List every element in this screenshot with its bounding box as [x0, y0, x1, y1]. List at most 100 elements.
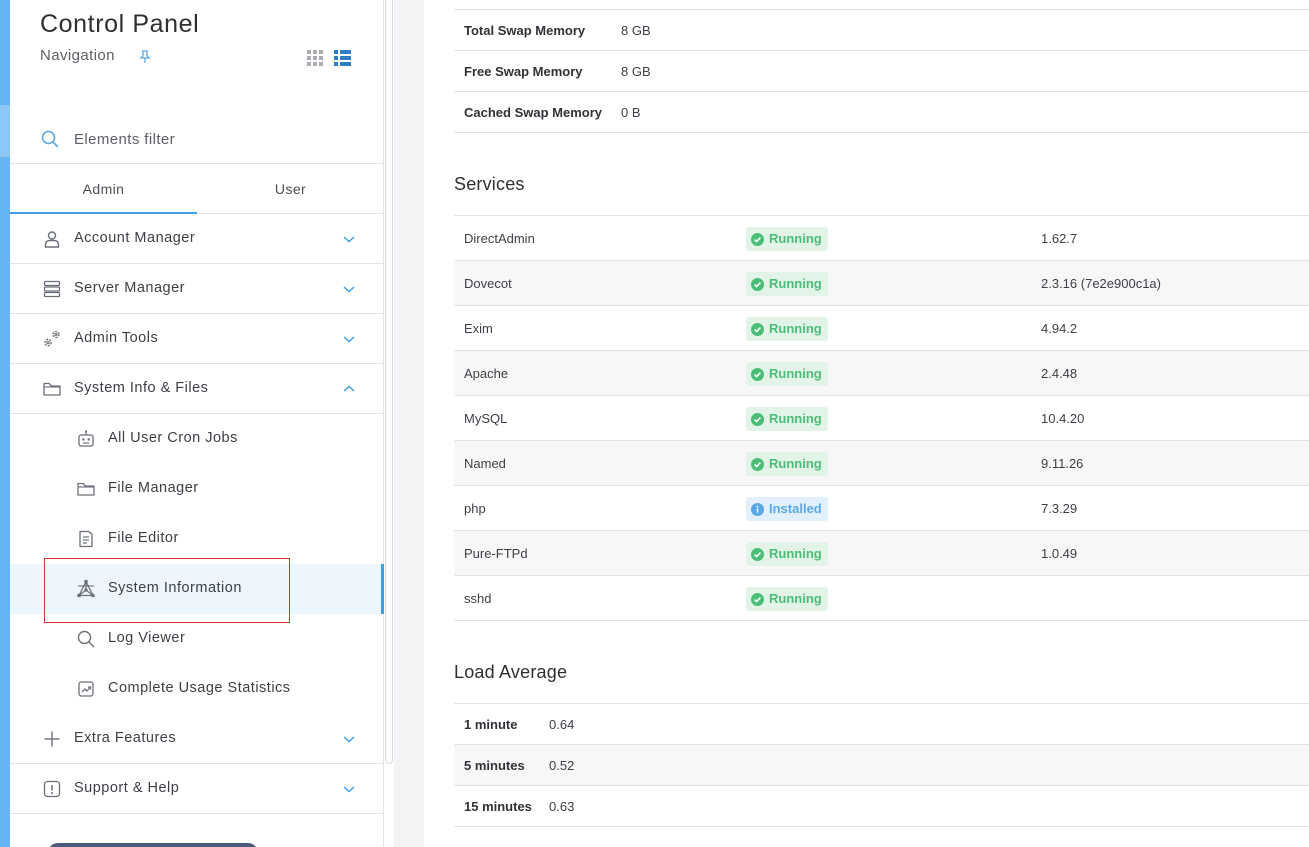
memory-row: Free Swap Memory 8 GB [454, 51, 1309, 92]
nav-label: System Info & Files [74, 380, 209, 396]
left-edge [0, 0, 10, 847]
status-text: Running [769, 456, 822, 471]
nav-label: Server Manager [74, 280, 185, 296]
status-badge: Running [746, 272, 828, 296]
sidebar: Control Panel Navigation Elements filter… [10, 0, 384, 847]
status-text: Running [769, 276, 822, 291]
memory-label: Cached Swap Memory [464, 105, 602, 120]
service-row: MySQL Running 10.4.20 [454, 396, 1309, 441]
status-text: Running [769, 591, 822, 606]
subnav-log-viewer[interactable]: Log Viewer [10, 614, 384, 664]
chevron-down-icon [343, 736, 355, 743]
status-text: Running [769, 321, 822, 336]
nav-admin-tools[interactable]: Admin Tools [10, 314, 384, 364]
tab-user[interactable]: User [197, 164, 384, 214]
check-circle-icon [751, 547, 764, 561]
check-circle-icon [751, 367, 764, 381]
subnav-complete-usage-statistics[interactable]: Complete Usage Statistics [10, 664, 384, 714]
sidebar-scrollbar[interactable] [385, 0, 393, 764]
load-average-title: Load Average [454, 662, 568, 682]
info-circle-icon [751, 502, 764, 516]
nav-account-manager[interactable]: Account Manager [10, 214, 384, 264]
service-row: Named Running 9.11.26 [454, 441, 1309, 486]
sidebar-title: Control Panel [40, 10, 200, 38]
memory-value: 0 B [621, 105, 641, 120]
service-version: 10.4.20 [1041, 411, 1085, 426]
subnav-system-information[interactable]: System Information [10, 564, 384, 614]
subnav-label: File Editor [108, 530, 179, 546]
status-badge: Running [746, 452, 828, 476]
chart-icon [78, 681, 94, 697]
memory-value: 8 GB [621, 64, 651, 79]
folder-icon [77, 482, 95, 496]
subnav-all-user-cron-jobs[interactable]: All User Cron Jobs [10, 414, 384, 464]
robot-icon [78, 430, 94, 447]
subnav-label: Log Viewer [108, 630, 186, 646]
status-text: Installed [769, 501, 822, 516]
sidebar-subtitle: Navigation [40, 47, 115, 64]
grid-view-icon[interactable] [307, 50, 323, 66]
subnav-label: Complete Usage Statistics [108, 680, 291, 696]
service-version: 2.4.48 [1041, 366, 1078, 381]
tab-bar: Admin User [10, 164, 384, 214]
status-text: Running [769, 366, 822, 381]
status-badge: Running [746, 407, 828, 431]
alert-icon [43, 780, 61, 798]
pin-icon[interactable] [138, 50, 152, 64]
content-gutter [394, 0, 424, 847]
load-row: 1 minute 0.64 [454, 704, 1309, 745]
chevron-up-icon [343, 385, 355, 392]
list-view-icon[interactable] [334, 50, 351, 66]
load-row: 5 minutes 0.52 [454, 745, 1309, 786]
load-label: 15 minutes [464, 799, 532, 814]
main-content: Total Swap Memory 8 GB Free Swap Memory … [424, 0, 1309, 847]
subnav-file-editor[interactable]: File Editor [10, 514, 384, 564]
load-label: 5 minutes [464, 758, 525, 773]
service-name: php [464, 501, 486, 516]
check-circle-icon [751, 322, 764, 336]
tab-admin[interactable]: Admin [10, 164, 197, 214]
sidebar-bottom-button[interactable] [48, 843, 258, 847]
folder-icon [43, 382, 61, 396]
server-icon [43, 280, 61, 298]
service-name: Named [464, 456, 506, 471]
check-circle-icon [751, 412, 764, 426]
active-indicator [381, 564, 384, 614]
load-value: 0.63 [549, 799, 575, 814]
service-row: php Installed 7.3.29 [454, 486, 1309, 531]
status-badge: Running [746, 542, 828, 566]
chevron-down-icon [343, 786, 355, 793]
chevron-down-icon [343, 336, 355, 343]
nav-support-help[interactable]: Support & Help [10, 764, 384, 814]
nav-label: Admin Tools [74, 330, 159, 346]
status-badge: Running [746, 587, 828, 611]
service-name: Dovecot [464, 276, 512, 291]
load-label: 1 minute [464, 717, 518, 732]
nav-system-info-files[interactable]: System Info & Files [10, 364, 384, 414]
nav-label: Support & Help [74, 780, 180, 796]
load-row: 15 minutes 0.63 [454, 786, 1309, 827]
nav-extra-features[interactable]: Extra Features [10, 714, 384, 764]
nav-server-manager[interactable]: Server Manager [10, 264, 384, 314]
search-icon [41, 130, 59, 148]
chevron-down-icon [343, 236, 355, 243]
chevron-down-icon [343, 286, 355, 293]
status-badge: Running [746, 362, 828, 386]
service-row: Apache Running 2.4.48 [454, 351, 1309, 396]
memory-row: Total Swap Memory 8 GB [454, 10, 1309, 51]
subnav-file-manager[interactable]: File Manager [10, 464, 384, 514]
status-badge: Running [746, 227, 828, 251]
elements-filter[interactable]: Elements filter [10, 114, 384, 164]
memory-label: Free Swap Memory [464, 64, 583, 79]
service-row: Dovecot Running 2.3.16 (7e2e900c1a) [454, 261, 1309, 306]
subnav-label: File Manager [108, 480, 199, 496]
service-version: 7.3.29 [1041, 501, 1078, 516]
status-text: Running [769, 546, 822, 561]
status-badge: Running [746, 317, 828, 341]
gears-icon [44, 330, 60, 347]
elements-filter-input[interactable]: Elements filter [74, 131, 175, 148]
service-version: 1.0.49 [1041, 546, 1078, 561]
service-version: 1.62.7 [1041, 231, 1078, 246]
memory-row: Cached Swap Memory 0 B [454, 92, 1309, 133]
service-version: 9.11.26 [1041, 456, 1084, 471]
